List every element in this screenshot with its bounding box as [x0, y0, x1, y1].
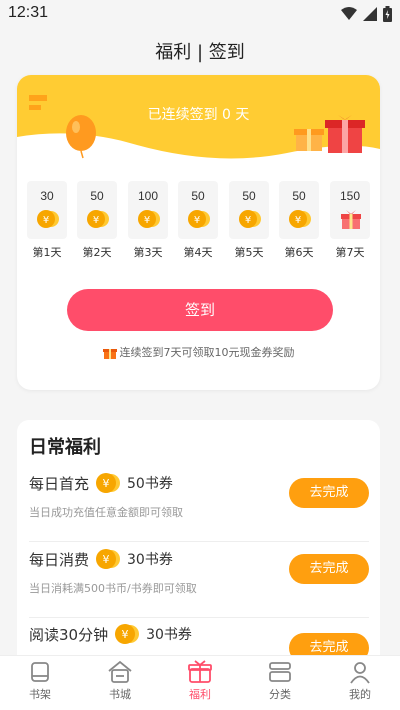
- day-amount: 50: [292, 189, 306, 203]
- status-time: 12:31: [8, 4, 49, 21]
- task-desc: 当日消耗满500书币/书券即可领取: [29, 582, 197, 595]
- battery-icon: [383, 6, 392, 22]
- day-box: 100 ¥: [128, 181, 168, 239]
- signin-banner: 已连续签到 0 天: [17, 75, 380, 175]
- task-item: 每日消费 ¥ 30书券 当日消耗满500书币/书券即可领取 去完成: [29, 548, 369, 618]
- gift-icon: [188, 660, 212, 683]
- task-complete-button[interactable]: 去完成: [289, 478, 369, 508]
- day-label: 第3天: [133, 246, 163, 259]
- coin-icon: ¥: [188, 210, 210, 228]
- daily-welfare-card: 日常福利 每日首充 ¥ 50书券 当日成功充值任意金额即可领取 去完成 每日消费…: [17, 420, 380, 680]
- day-label: 第1天: [32, 246, 62, 259]
- day-label: 第7天: [335, 246, 365, 259]
- streak-text: 已连续签到 0 天: [147, 107, 250, 123]
- category-icon: [269, 662, 291, 682]
- bottom-tab-bar: 书架 书城 福利 分类 我的: [0, 655, 400, 710]
- signal-icon: [363, 7, 377, 21]
- day-item: 50 ¥ 第4天: [178, 181, 218, 260]
- svg-text:¥: ¥: [43, 215, 49, 226]
- reward-tip: 连续签到7天可领取10元现金券奖励: [17, 344, 380, 360]
- tab-label: 福利: [189, 688, 211, 701]
- signin-button[interactable]: 签到: [67, 289, 333, 331]
- day-item: 50 ¥ 第6天: [279, 181, 319, 260]
- tab-welfare[interactable]: 福利: [170, 660, 230, 702]
- tab-label: 书城: [109, 688, 131, 701]
- signin-card: 已连续签到 0 天 30 ¥ 第1天 50 ¥ 第2天 100 ¥ 第3天 50…: [17, 75, 380, 390]
- tab-label: 书架: [29, 688, 51, 701]
- day-label: 第4天: [183, 246, 213, 259]
- day-box: 50 ¥: [77, 181, 117, 239]
- coin-icon: ¥: [289, 210, 311, 228]
- gift-icon: [102, 348, 117, 359]
- day-amount: 100: [137, 189, 159, 203]
- tab-label: 我的: [349, 688, 371, 701]
- tab-bookstore[interactable]: 书城: [90, 660, 150, 702]
- task-reward: 50书券: [127, 476, 173, 492]
- gift-icon: [341, 210, 361, 229]
- task-name-row: 每日首充 ¥ 50书券: [29, 472, 173, 494]
- signin-days: 30 ¥ 第1天 50 ¥ 第2天 100 ¥ 第3天 50 ¥ 第4天 50 …: [27, 181, 370, 261]
- task-complete-button[interactable]: 去完成: [289, 554, 369, 584]
- svg-text:¥: ¥: [144, 215, 150, 226]
- svg-text:¥: ¥: [194, 215, 200, 226]
- tab-category[interactable]: 分类: [250, 660, 310, 702]
- day-item: 50 ¥ 第5天: [229, 181, 269, 260]
- coin-icon: ¥: [96, 549, 121, 569]
- svg-text:¥: ¥: [103, 477, 110, 490]
- day-box: 50 ¥: [178, 181, 218, 239]
- svg-text:¥: ¥: [103, 553, 110, 566]
- coin-icon: ¥: [96, 473, 121, 493]
- day-label: 第6天: [284, 246, 314, 259]
- day-item: 100 ¥ 第3天: [128, 181, 168, 260]
- bookstore-icon: [108, 660, 132, 683]
- day-item: 50 ¥ 第2天: [77, 181, 117, 260]
- day-amount: 150: [339, 189, 361, 203]
- tab-profile[interactable]: 我的: [330, 660, 390, 702]
- task-name: 每日消费: [29, 550, 90, 569]
- coin-icon: ¥: [239, 210, 261, 228]
- day-box: 50 ¥: [279, 181, 319, 239]
- task-item: 每日首充 ¥ 50书券 当日成功充值任意金额即可领取 去完成: [29, 472, 369, 542]
- daily-title: 日常福利: [29, 437, 101, 458]
- profile-icon: [350, 662, 370, 684]
- day-amount: 50: [90, 189, 104, 203]
- tab-bookshelf[interactable]: 书架: [10, 660, 70, 702]
- task-name-row: 每日消费 ¥ 30书券: [29, 548, 173, 570]
- svg-text:¥: ¥: [122, 628, 129, 641]
- wifi-icon: [341, 7, 357, 20]
- page-title: 福利 | 签到: [155, 42, 245, 63]
- coin-icon: ¥: [115, 624, 140, 644]
- day-amount: 50: [191, 189, 205, 203]
- tab-label: 分类: [269, 688, 291, 701]
- day-box: 150: [330, 181, 370, 239]
- bookshelf-icon: [31, 662, 49, 682]
- reward-tip-text: 连续签到7天可领取10元现金券奖励: [119, 346, 295, 359]
- day-amount: 30: [40, 189, 54, 203]
- task-name: 每日首充: [29, 474, 90, 493]
- day-item: 150 第7天: [330, 181, 370, 260]
- day-box: 30 ¥: [27, 181, 67, 239]
- coin-icon: ¥: [87, 210, 109, 228]
- task-reward: 30书券: [146, 627, 192, 643]
- task-name-row: 阅读30分钟 ¥ 30书券: [29, 623, 192, 645]
- task-name: 阅读30分钟: [29, 625, 109, 644]
- day-label: 第2天: [82, 246, 112, 259]
- coin-icon: ¥: [138, 210, 160, 228]
- task-desc: 当日成功充值任意金额即可领取: [29, 506, 183, 519]
- coin-icon: ¥: [37, 210, 59, 228]
- day-amount: 50: [242, 189, 256, 203]
- day-label: 第5天: [234, 246, 264, 259]
- day-item: 30 ¥ 第1天: [27, 181, 67, 260]
- day-box: 50 ¥: [229, 181, 269, 239]
- svg-text:¥: ¥: [93, 215, 99, 226]
- svg-text:¥: ¥: [295, 215, 301, 226]
- status-icons: [341, 6, 392, 22]
- svg-text:¥: ¥: [245, 215, 251, 226]
- task-reward: 30书券: [127, 552, 173, 568]
- status-bar: 12:31: [0, 0, 400, 28]
